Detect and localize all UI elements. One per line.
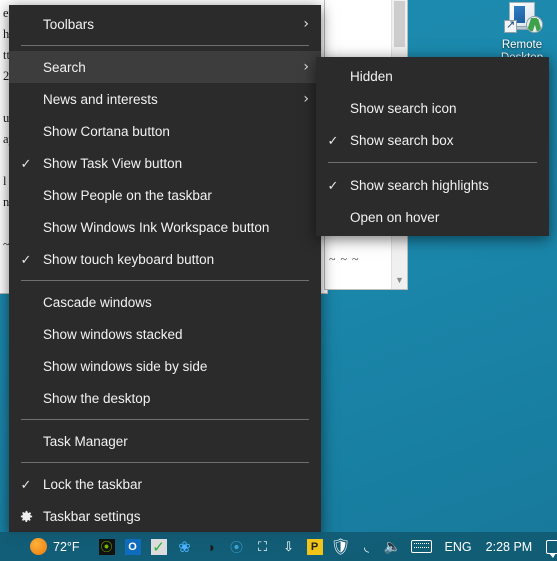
- menu-item-label: Show search box: [350, 132, 454, 148]
- menu-item-label: Open on hover: [350, 209, 440, 225]
- menu-item-search[interactable]: Search ›: [9, 51, 321, 83]
- remote-desktop-icon: [500, 2, 544, 38]
- document-squiggle-text: ~ ~ ~: [329, 252, 360, 266]
- menu-item-toolbars[interactable]: Toolbars ›: [9, 8, 321, 40]
- language-indicator[interactable]: ENG: [437, 540, 480, 554]
- webcam-icon[interactable]: ⛶: [251, 536, 275, 558]
- menu-item-show-search-highlights[interactable]: ✓ Show search highlights: [316, 169, 549, 201]
- submenu-chevron-icon: ›: [303, 91, 309, 107]
- checkmark-icon: ✓: [20, 251, 32, 267]
- menu-item-show-search-box[interactable]: ✓ Show search box: [316, 124, 549, 156]
- volume-icon[interactable]: 🔈: [381, 536, 405, 558]
- menu-item-show-touch-keyboard-button[interactable]: ✓ Show touch keyboard button: [9, 243, 321, 275]
- menu-item-open-on-hover[interactable]: Open on hover: [316, 201, 549, 233]
- menu-item-label: Show Cortana button: [43, 123, 170, 139]
- menu-item-label: Hidden: [350, 68, 393, 84]
- shortcut-arrow-icon: [504, 18, 517, 33]
- search-submenu[interactable]: Hidden Show search icon ✓ Show search box ✓ S…: [316, 57, 549, 236]
- checkmark-icon: ✓: [20, 155, 32, 171]
- menu-item-label: Show touch keyboard button: [43, 251, 215, 267]
- menu-item-label: Show windows stacked: [43, 326, 183, 342]
- menu-item-label: Show search icon: [350, 100, 457, 116]
- scroll-down-arrow-icon[interactable]: ▼: [392, 272, 407, 289]
- menu-item-label: Search: [43, 59, 86, 75]
- menu-item-label: Lock the taskbar: [43, 476, 143, 492]
- satellite-icon[interactable]: ◑: [199, 536, 223, 558]
- menu-item-label: Task Manager: [43, 433, 128, 449]
- desktop-icon-remote-desktop[interactable]: Remote Desktop: [492, 2, 552, 65]
- clock[interactable]: 2:28 PM: [480, 540, 543, 554]
- checkmark-icon: ✓: [327, 132, 339, 148]
- menu-item-label: Show Windows Ink Workspace button: [43, 219, 270, 235]
- menu-item-label: Taskbar settings: [43, 508, 141, 524]
- weather-temperature[interactable]: 72°F: [53, 540, 80, 554]
- menu-item-show-windows-ink-workspace-button[interactable]: Show Windows Ink Workspace button: [9, 211, 321, 243]
- checkmark-icon: ✓: [327, 177, 339, 193]
- nvidia-icon[interactable]: ⦿: [95, 536, 119, 558]
- menu-item-show-task-view-button[interactable]: ✓ Show Task View button: [9, 147, 321, 179]
- parking-icon[interactable]: P: [303, 536, 327, 558]
- submenu-chevron-icon: ›: [303, 16, 309, 32]
- menu-item-show-people-on-the-taskbar[interactable]: Show People on the taskbar: [9, 179, 321, 211]
- windows-security-icon[interactable]: 🛡: [329, 536, 353, 558]
- menu-item-show-the-desktop[interactable]: Show the desktop: [9, 382, 321, 414]
- menu-separator: [21, 419, 309, 420]
- taskbar[interactable]: 72°F ⦿ O ✓ ❀ ◑ ⦿ ⛶ ⇩ P 🛡 ◟ 🔈 ENG 2:28 PM: [0, 532, 557, 561]
- menu-item-task-manager[interactable]: Task Manager: [9, 425, 321, 457]
- outlook-icon[interactable]: O: [121, 536, 145, 558]
- menu-item-news-and-interests[interactable]: News and interests ›: [9, 83, 321, 115]
- menu-item-label: Show windows side by side: [43, 358, 208, 374]
- bluetooth-icon[interactable]: ❀: [173, 536, 197, 558]
- menu-item-show-search-icon[interactable]: Show search icon: [316, 92, 549, 124]
- submenu-chevron-icon: ›: [303, 59, 309, 75]
- antivirus-check-icon[interactable]: ✓: [147, 536, 171, 558]
- menu-item-cascade-windows[interactable]: Cascade windows: [9, 286, 321, 318]
- menu-item-label: News and interests: [43, 91, 158, 107]
- menu-item-show-windows-stacked[interactable]: Show windows stacked: [9, 318, 321, 350]
- menu-item-lock-the-taskbar[interactable]: ✓ Lock the taskbar: [9, 468, 321, 500]
- keyboard-icon[interactable]: [410, 540, 432, 553]
- menu-item-show-windows-side-by-side[interactable]: Show windows side by side: [9, 350, 321, 382]
- menu-item-label: Show Task View button: [43, 155, 183, 171]
- menu-item-label: Toolbars: [43, 16, 95, 32]
- gear-icon: [9, 509, 43, 524]
- menu-separator: [328, 162, 537, 163]
- desktop-background: ew his ttp 2 ue ay l n ~ ~ ~ ~ ~ ~ ▼ Rem…: [0, 0, 557, 561]
- checkmark-icon: ✓: [20, 476, 32, 492]
- download-icon[interactable]: ⇩: [277, 536, 301, 558]
- menu-separator: [21, 462, 309, 463]
- chat-bubble-icon[interactable]: [546, 539, 557, 558]
- menu-item-hidden[interactable]: Hidden: [316, 60, 549, 92]
- sun-icon[interactable]: [30, 538, 47, 555]
- menu-separator: [21, 45, 309, 46]
- scrollbar-thumb[interactable]: [394, 1, 405, 47]
- menu-separator: [21, 280, 309, 281]
- taskbar-context-menu[interactable]: Toolbars › Search › News and interests › Show …: [9, 5, 321, 535]
- wifi-icon[interactable]: ◟: [355, 536, 379, 558]
- sync-icon[interactable]: ⦿: [225, 536, 249, 558]
- menu-item-label: Show search highlights: [350, 177, 489, 193]
- taskbar-left-group: 72°F: [0, 538, 94, 555]
- menu-item-label: Show People on the taskbar: [43, 187, 212, 203]
- system-tray: ⦿ O ✓ ❀ ◑ ⦿ ⛶ ⇩ P 🛡 ◟ 🔈 ENG 2:28 PM: [94, 536, 557, 558]
- menu-item-show-cortana-button[interactable]: Show Cortana button: [9, 115, 321, 147]
- menu-item-label: Cascade windows: [43, 294, 152, 310]
- menu-item-label: Show the desktop: [43, 390, 151, 406]
- menu-item-taskbar-settings[interactable]: Taskbar settings: [9, 500, 321, 532]
